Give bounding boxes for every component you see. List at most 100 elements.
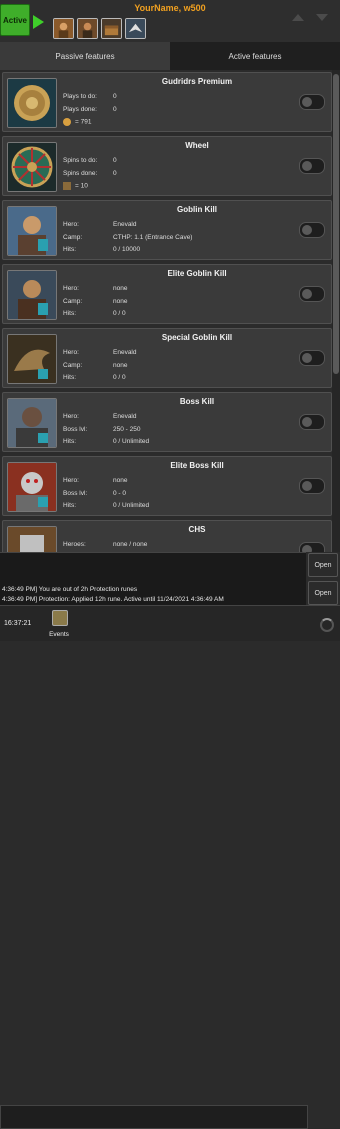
hero-portrait-icon xyxy=(7,270,57,320)
row-value: Enevald xyxy=(113,413,137,420)
row-label: Heroes: xyxy=(63,541,86,548)
row-label: Hits: xyxy=(63,374,76,381)
events-button[interactable]: Events xyxy=(44,608,74,639)
feature-card-special-goblin-kill: Special Goblin Kill Hero: Enevald Camp: no… xyxy=(2,328,332,388)
tab-passive-features[interactable]: Passive features xyxy=(0,42,170,70)
row-value: 0 xyxy=(113,170,117,177)
boss-portrait-icon xyxy=(7,462,57,512)
shield-icon xyxy=(7,526,57,552)
feature-title: Boss Kill xyxy=(179,397,215,406)
log-panel: 4:36:49 PM] You are out of 2h Protection… xyxy=(0,552,308,1129)
feature-title: Elite Goblin Kill xyxy=(167,269,227,278)
chest-icon[interactable] xyxy=(101,18,122,39)
top-bar: Active YourName, w500 xyxy=(0,0,340,42)
row-label: Hits: xyxy=(63,438,76,445)
feature-toggle[interactable] xyxy=(299,222,325,238)
feature-toggle[interactable] xyxy=(299,478,325,494)
feature-row: Hits: 0 / Unlimited xyxy=(63,502,149,509)
row-value: none / none xyxy=(113,541,148,548)
log-input[interactable] xyxy=(0,1105,308,1129)
gold-coin-icon xyxy=(7,78,57,128)
feature-toggle[interactable] xyxy=(299,542,325,552)
log-line: 4:36:49 PM] Protection: Applied 12h rune… xyxy=(2,596,224,603)
feature-row: Boss lvl: 250 - 250 xyxy=(63,426,140,433)
feature-row: Hero: Enevald xyxy=(63,349,137,356)
hero-portrait-icon[interactable] xyxy=(53,18,74,39)
row-value: 0 xyxy=(113,157,117,164)
feature-card-elite-goblin-kill: Elite Goblin Kill Hero: none Camp: none Hi… xyxy=(2,264,332,324)
row-value: 0 / Unlimited xyxy=(113,438,150,445)
row-value: 0 / 10000 xyxy=(113,246,141,253)
feature-title: CHS xyxy=(188,525,206,534)
feature-row: Hits: 0 / 0 xyxy=(63,374,126,381)
feature-toggle[interactable] xyxy=(299,94,325,110)
row-label: Hero: xyxy=(63,477,79,484)
feature-list: Gudridrs Premium Plays to do: 0 Plays don… xyxy=(0,70,340,552)
row-label: Hero: xyxy=(63,221,79,228)
feature-row: Spins done: 0 xyxy=(63,170,117,177)
feature-row: = 10 xyxy=(63,182,88,190)
row-value: 0 - 0 xyxy=(113,490,127,497)
spin-ticket-icon xyxy=(63,182,71,190)
row-value: 0 xyxy=(113,106,117,113)
feature-card-boss-kill: Boss Kill Hero: Enevald Boss lvl: 250 - 25… xyxy=(2,392,332,452)
feature-toggle[interactable] xyxy=(299,414,325,430)
play-icon[interactable] xyxy=(33,15,44,29)
feature-toggle[interactable] xyxy=(299,158,325,174)
feature-row: Hero: Enevald xyxy=(63,413,137,420)
feature-card-chs: CHS Heroes: none / none xyxy=(2,520,332,552)
log-line: 4:36:49 PM] You are out of 2h Protection… xyxy=(2,586,138,593)
feature-title: Special Goblin Kill xyxy=(161,333,233,342)
status-bar: 16:37:21 Events xyxy=(0,605,340,641)
row-label: Camp: xyxy=(63,298,83,305)
row-value: none xyxy=(113,362,128,369)
feature-row: Hits: 0 / 10000 xyxy=(63,246,140,253)
dragon-icon xyxy=(7,334,57,384)
row-value: Enevald xyxy=(113,221,137,228)
feature-row: Camp: CTHP: 1.1 (Entrance Cave) xyxy=(63,234,192,241)
row-value: CTHP: 1.1 (Entrance Cave) xyxy=(113,234,193,241)
row-value: 0 xyxy=(113,93,117,100)
coin-icon xyxy=(63,118,71,126)
row-label: Boss lvl: xyxy=(63,490,88,497)
feature-row: Plays done: 0 xyxy=(63,106,117,113)
clock-time: 16:37:21 xyxy=(4,620,32,627)
row-label: Plays done: xyxy=(63,106,97,113)
feature-row: Hero: none xyxy=(63,285,127,292)
loading-spinner-icon xyxy=(320,618,334,632)
row-label: Hits: xyxy=(63,246,76,253)
feature-row: Hero: Enevald xyxy=(63,221,137,228)
feature-card-elite-boss-kill: Elite Boss Kill Hero: none Boss lvl: 0 - 0… xyxy=(2,456,332,516)
row-label: Plays to do: xyxy=(63,93,97,100)
row-value: 0 / 0 xyxy=(113,374,126,381)
row-value: none xyxy=(113,298,128,305)
row-label: Hits: xyxy=(63,502,76,509)
feature-toggle[interactable] xyxy=(299,350,325,366)
row-label: Camp: xyxy=(63,234,83,241)
feature-toggle[interactable] xyxy=(299,286,325,302)
boss-portrait-icon xyxy=(7,398,57,448)
feature-row: Camp: none xyxy=(63,298,127,305)
tab-active-features[interactable]: Active features xyxy=(170,42,340,70)
open-button[interactable]: Open xyxy=(308,581,338,605)
feature-row: Hero: none xyxy=(63,477,127,484)
row-label: Hero: xyxy=(63,413,79,420)
row-label: Spins done: xyxy=(63,170,98,177)
scrollbar-thumb[interactable] xyxy=(333,74,339,374)
feature-row: Spins to do: 0 xyxy=(63,157,117,164)
feature-row: = 791 xyxy=(63,118,91,126)
row-value: = 10 xyxy=(75,182,88,190)
arrow-down-icon[interactable] xyxy=(316,14,328,21)
arrow-up-icon[interactable] xyxy=(292,14,304,21)
row-value: Enevald xyxy=(113,349,137,356)
open-button[interactable]: Open xyxy=(308,553,338,577)
row-value: none xyxy=(113,477,128,484)
row-value: none xyxy=(113,285,128,292)
feature-title: Gudridrs Premium xyxy=(161,77,233,86)
username-label: YourName, w500 xyxy=(134,3,206,13)
row-value: 0 / 0 xyxy=(113,310,126,317)
feature-row: Hits: 0 / Unlimited xyxy=(63,438,149,445)
bird-icon[interactable] xyxy=(125,18,146,39)
hero-portrait-icon[interactable] xyxy=(77,18,98,39)
row-value: 250 - 250 xyxy=(113,426,141,433)
